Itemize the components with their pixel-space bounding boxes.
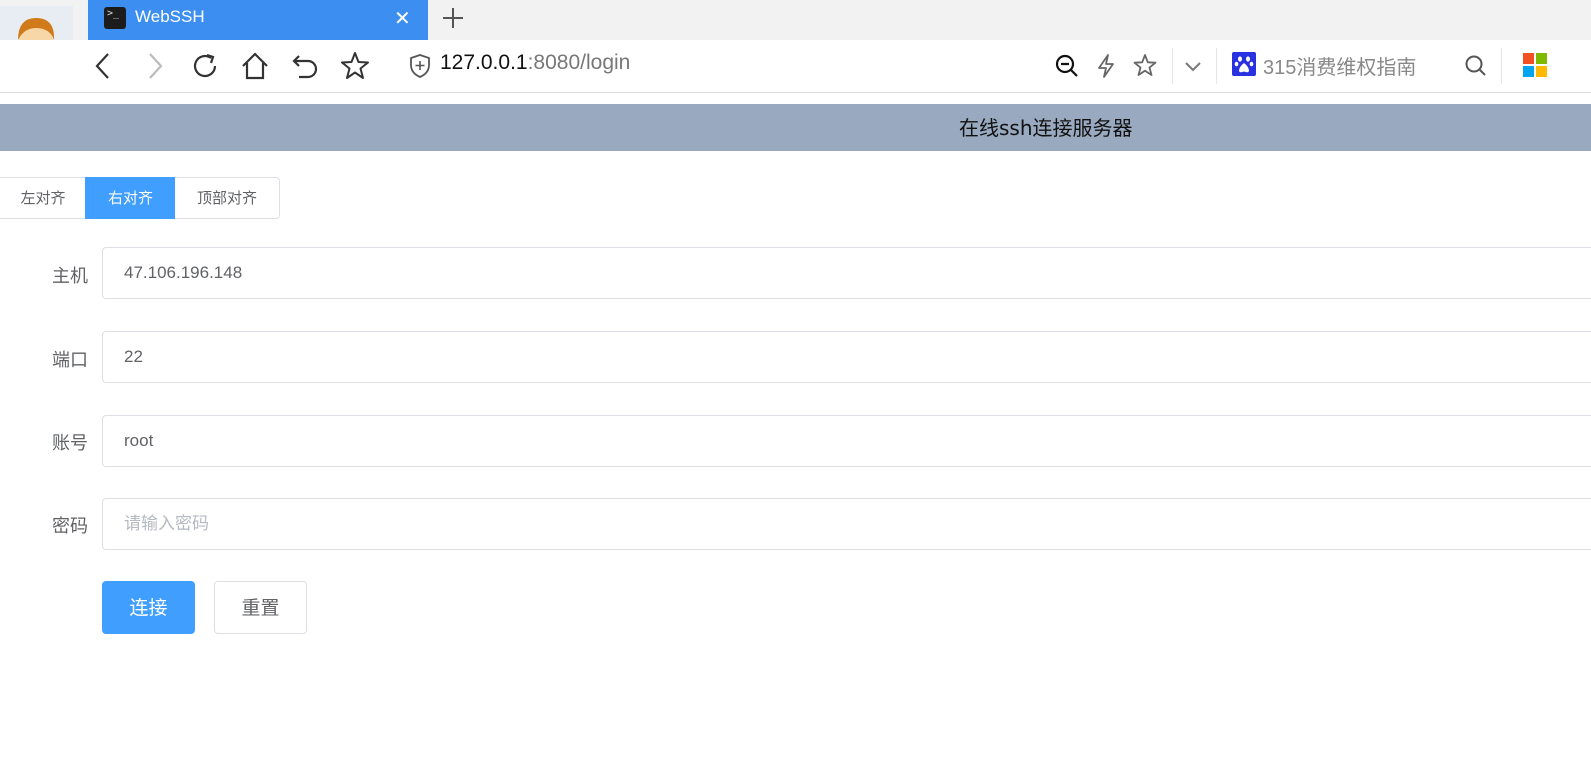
chevron-down-icon: [1185, 62, 1201, 72]
account-input[interactable]: [102, 415, 1591, 467]
page-header: 在线ssh连接服务器: [0, 104, 1591, 151]
home-icon: [242, 52, 268, 80]
security-shield-icon[interactable]: [408, 53, 432, 79]
terminal-icon: >_: [104, 7, 126, 29]
reset-button[interactable]: 重置: [214, 581, 307, 634]
reload-icon: [193, 53, 217, 78]
new-tab-button[interactable]: [440, 0, 466, 36]
star-outline-icon: [1133, 54, 1157, 76]
connect-button[interactable]: 连接: [102, 581, 195, 634]
dropdown-button[interactable]: [1178, 51, 1208, 81]
close-tab-icon[interactable]: ✕: [394, 6, 411, 30]
chevron-right-icon: [149, 53, 163, 79]
favicon-glyph: >_: [107, 8, 120, 19]
forward-button[interactable]: [139, 51, 169, 81]
baidu-paw-icon[interactable]: [1232, 52, 1256, 76]
radio-right-align[interactable]: 右对齐: [85, 177, 176, 219]
home-button[interactable]: [240, 51, 270, 81]
account-label: 账号: [52, 433, 88, 454]
toolbar-divider: [1172, 48, 1173, 84]
apps-grid-icon[interactable]: [1522, 52, 1548, 78]
zoom-out-button[interactable]: [1052, 51, 1082, 81]
radio-left-align[interactable]: 左对齐: [0, 177, 87, 219]
tab-title: WebSSH: [135, 7, 205, 26]
search-icon: [1465, 55, 1486, 76]
reload-button[interactable]: [190, 51, 220, 81]
host-input[interactable]: [102, 247, 1591, 299]
back-button[interactable]: [89, 51, 119, 81]
url-path: :8080/login: [527, 51, 631, 74]
browser-chrome: >_ WebSSH ✕ 127.0.0.1:8080/login 315消费维权…: [0, 0, 1591, 93]
chevron-left-icon: [95, 53, 109, 79]
toolbar-divider: [1216, 48, 1217, 84]
host-label: 主机: [52, 266, 88, 287]
port-input[interactable]: [102, 331, 1591, 383]
undo-icon: [292, 55, 318, 79]
star-icon: [341, 52, 369, 79]
zoom-out-icon: [1055, 54, 1078, 77]
search-button[interactable]: [1461, 51, 1491, 81]
lightning-icon: [1098, 54, 1114, 78]
speed-mode-button[interactable]: [1091, 51, 1121, 81]
active-tab[interactable]: >_ WebSSH ✕: [88, 0, 428, 40]
radio-top-align[interactable]: 顶部对齐: [175, 177, 280, 219]
search-box[interactable]: 315消费维权指南: [1263, 51, 1416, 80]
url-host: 127.0.0.1: [440, 51, 528, 74]
browser-toolbar: 127.0.0.1:8080/login 315消费维权指南: [0, 40, 1591, 93]
bookmark-button[interactable]: [340, 51, 370, 81]
toolbar-divider: [1501, 48, 1502, 84]
port-label: 端口: [52, 350, 88, 371]
address-bar[interactable]: 127.0.0.1:8080/login: [440, 51, 630, 75]
password-input[interactable]: [102, 498, 1591, 550]
undo-close-button[interactable]: [290, 51, 320, 81]
plus-icon: [443, 8, 463, 28]
password-label: 密码: [52, 516, 88, 537]
favorite-page-button[interactable]: [1130, 51, 1160, 81]
page-title: 在线ssh连接服务器: [959, 116, 1133, 140]
